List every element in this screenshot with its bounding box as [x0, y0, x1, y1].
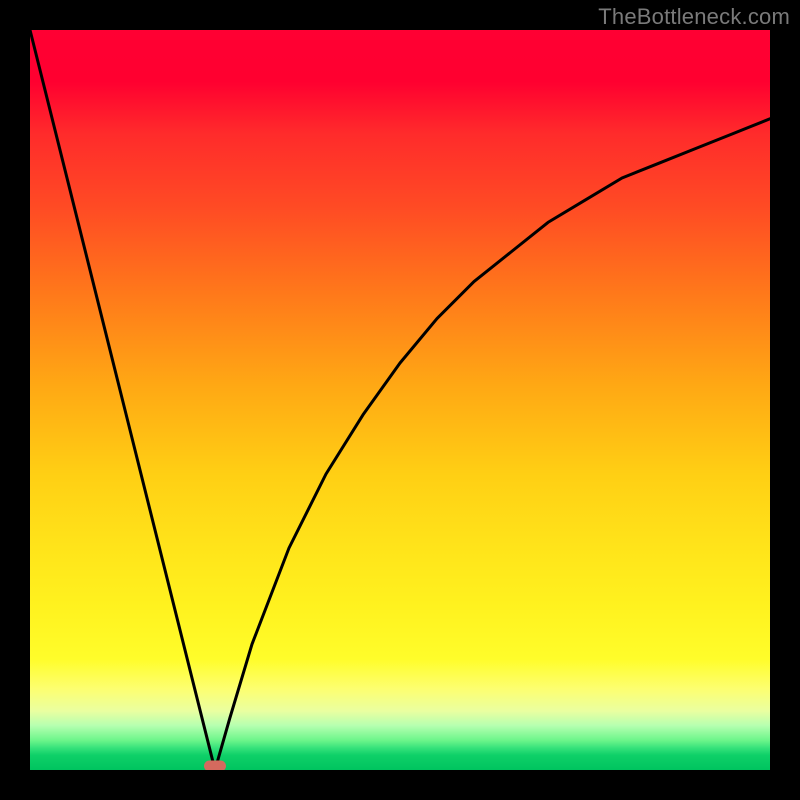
bottleneck-curve	[30, 30, 770, 770]
watermark-text: TheBottleneck.com	[598, 4, 790, 30]
curve-path	[30, 30, 770, 770]
plot-area	[30, 30, 770, 770]
minimum-marker	[204, 760, 226, 770]
chart-frame: TheBottleneck.com	[0, 0, 800, 800]
